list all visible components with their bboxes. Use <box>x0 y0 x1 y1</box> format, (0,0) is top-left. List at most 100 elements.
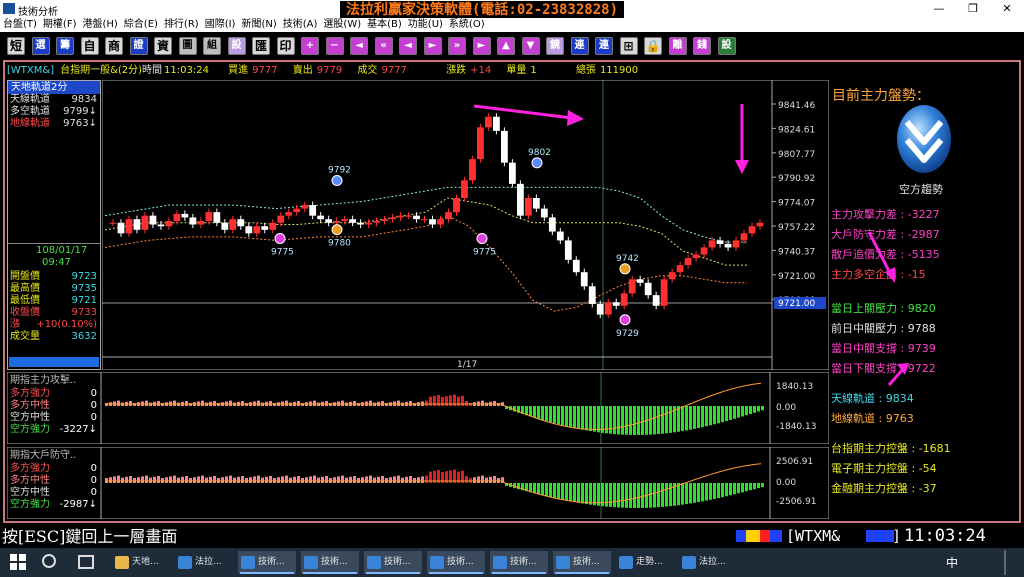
toolbar-button[interactable]: ◄ <box>350 37 368 55</box>
toolbar-button[interactable]: 商 <box>105 37 123 55</box>
candle-body <box>213 212 221 223</box>
taskbar-button[interactable]: 技術... <box>427 551 485 574</box>
taskbar-button[interactable]: 天地... <box>112 551 170 574</box>
panel-bar <box>481 400 484 406</box>
toolbar-button[interactable]: 鏡 <box>546 37 564 55</box>
menu-item[interactable]: 基本(B) <box>367 19 402 30</box>
search-icon[interactable] <box>42 554 56 568</box>
taskbar-button[interactable]: 走勢... <box>616 551 674 574</box>
panel-bar <box>445 396 448 406</box>
taskbar-button[interactable]: 技術... <box>553 551 611 574</box>
panel-bar <box>649 483 652 508</box>
menu-item[interactable]: 系統(O) <box>449 19 485 30</box>
panel-bar <box>593 483 596 506</box>
toolbar-button[interactable]: 設 <box>227 37 246 55</box>
toolbar-button[interactable]: ▼ <box>521 37 540 55</box>
panel-bar <box>713 483 716 499</box>
toolbar-button[interactable]: » <box>448 37 466 55</box>
candle-body <box>157 224 165 227</box>
panel-bar <box>201 400 204 406</box>
menu-item[interactable]: 綜合(E) <box>124 19 158 30</box>
toolbar-button[interactable]: 連 <box>570 37 589 55</box>
candle-body <box>724 243 732 248</box>
toolbar-button[interactable]: ◄ <box>399 37 417 55</box>
toolbar-button[interactable]: 圖 <box>178 37 197 55</box>
toolbar-button[interactable]: + <box>301 37 319 55</box>
taskbar-button[interactable]: 技術... <box>238 551 296 574</box>
menu-item[interactable]: 功能(U) <box>408 19 443 30</box>
panel-bar <box>577 406 580 429</box>
track-panel-header[interactable]: 天地軌道2分 <box>8 81 100 94</box>
panel-bar <box>693 483 696 503</box>
taskbar-button[interactable]: 法拉... <box>175 551 233 574</box>
toolbar-button[interactable]: 離 <box>668 37 687 55</box>
show-desktop[interactable] <box>1004 550 1006 575</box>
toolbar-button[interactable]: 自 <box>80 37 99 55</box>
toolbar-button[interactable]: 連 <box>595 37 613 55</box>
panel-bar <box>185 476 188 483</box>
candle-body <box>453 198 460 213</box>
panel-bar <box>353 476 356 483</box>
start-icon[interactable] <box>10 554 26 570</box>
candle-body <box>756 222 764 227</box>
menu-item[interactable]: 港盤(H) <box>82 19 117 30</box>
toolbar-button[interactable]: 組 <box>203 37 221 55</box>
panel-bar <box>561 406 564 426</box>
menu-item[interactable]: 國際(I) <box>205 19 236 30</box>
price-marker-label: 9780 <box>328 239 351 249</box>
candle-body <box>325 219 333 223</box>
change-value: +14 <box>470 65 492 76</box>
panel-bar <box>669 483 672 507</box>
toolbar-button[interactable]: ► <box>423 37 442 55</box>
toolbar-button[interactable]: 資 <box>154 37 172 55</box>
menu-item[interactable]: 排行(R) <box>164 19 199 30</box>
toolbar-button[interactable]: 設 <box>717 37 736 55</box>
taskbar-button[interactable]: 法拉... <box>679 551 737 574</box>
toolbar-button[interactable]: « <box>374 37 393 55</box>
panel-y-tick: 2506.91 <box>776 457 813 467</box>
restore-button[interactable]: ❐ <box>956 0 990 18</box>
track-panel: 天地軌道2分 天線軌道 9834 多空軌道 9799↓ 地線軌道 9763↓ 108/… <box>7 80 101 370</box>
toolbar-button[interactable]: 匯 <box>252 37 270 55</box>
panel-bar <box>277 477 280 483</box>
toolbar-button[interactable]: 印 <box>276 37 295 55</box>
panel-bar <box>557 406 560 425</box>
candlestick-chart[interactable]: 9841.46 9824.61 9807.77 9790.92 9774.07 9757.… <box>102 80 829 370</box>
candle-body <box>253 226 261 234</box>
toolbar-button[interactable]: ⊞ <box>619 37 638 55</box>
menu-item[interactable]: 期權(F) <box>43 19 77 30</box>
toolbar-button[interactable]: 證 <box>129 37 148 55</box>
panel-bar <box>541 483 544 496</box>
menu-item[interactable]: 技術(A) <box>283 19 318 30</box>
taskbar-button[interactable]: 技術... <box>301 551 359 574</box>
toolbar-button[interactable]: 選 <box>31 37 50 55</box>
toolbar-button[interactable]: 籌 <box>56 37 74 55</box>
taskbar-button[interactable]: 技術... <box>490 551 548 574</box>
panel-bar <box>285 400 288 406</box>
toolbar-button[interactable]: 🔒 <box>644 37 662 55</box>
quote-value: 3632 <box>71 331 97 342</box>
toolbar-button[interactable]: − <box>325 37 344 55</box>
toolbar-button[interactable]: ▲ <box>497 37 515 55</box>
panel-bar <box>313 400 316 406</box>
close-button[interactable]: ✕ <box>990 0 1024 18</box>
toolbar-button[interactable]: 短 <box>7 37 25 55</box>
menu-item[interactable]: 台盤(T) <box>3 19 37 30</box>
candle-body <box>197 220 205 225</box>
toolbar-button[interactable]: ► <box>472 37 491 55</box>
toolbar-button[interactable]: 錢 <box>693 37 711 55</box>
menu-item[interactable]: 新聞(N) <box>241 19 276 30</box>
ime-indicator[interactable]: 中 <box>946 554 958 571</box>
taskbar-button[interactable]: 技術... <box>364 551 422 574</box>
panel-bar <box>201 475 204 483</box>
candle-body <box>269 222 277 230</box>
app-icon <box>493 556 507 569</box>
minimize-button[interactable]: — <box>922 0 956 18</box>
task-view-icon[interactable] <box>78 555 94 569</box>
panel-bar <box>169 476 172 483</box>
panel-row-value: 0 <box>91 463 97 474</box>
menu-item[interactable]: 選股(W) <box>323 19 361 30</box>
candle-body <box>277 215 285 223</box>
ask-value: 9779 <box>316 65 343 76</box>
candle-body <box>133 219 141 230</box>
